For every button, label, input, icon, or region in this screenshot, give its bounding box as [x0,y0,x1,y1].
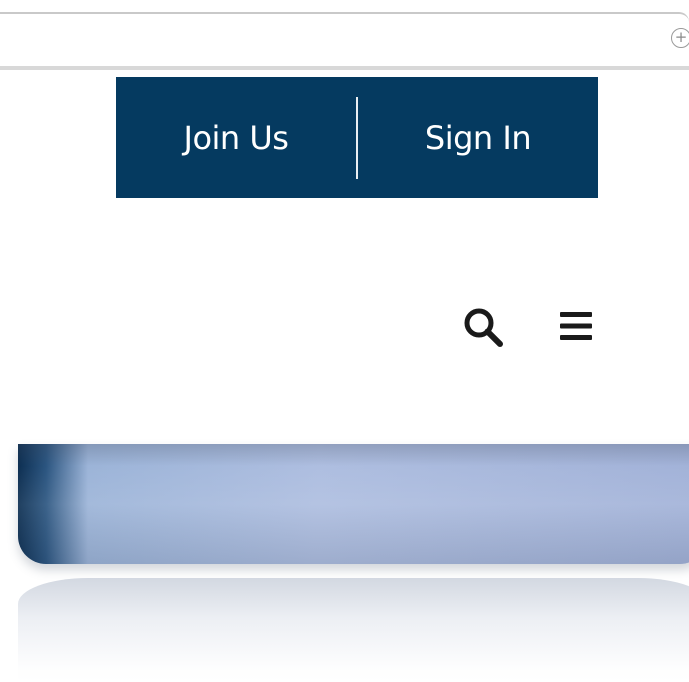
sign-in-link[interactable]: Sign In [358,119,598,157]
join-us-link[interactable]: Join Us [116,119,356,157]
hero-reflection [18,578,689,682]
zoom-in-icon[interactable]: + [671,28,689,48]
header-icons [0,300,689,356]
search-icon[interactable] [460,304,506,350]
hero-image [18,444,689,564]
browser-address-bar[interactable]: + [0,12,689,70]
hamburger-menu-icon[interactable] [558,308,594,344]
auth-bar: Join Us Sign In [116,77,598,198]
